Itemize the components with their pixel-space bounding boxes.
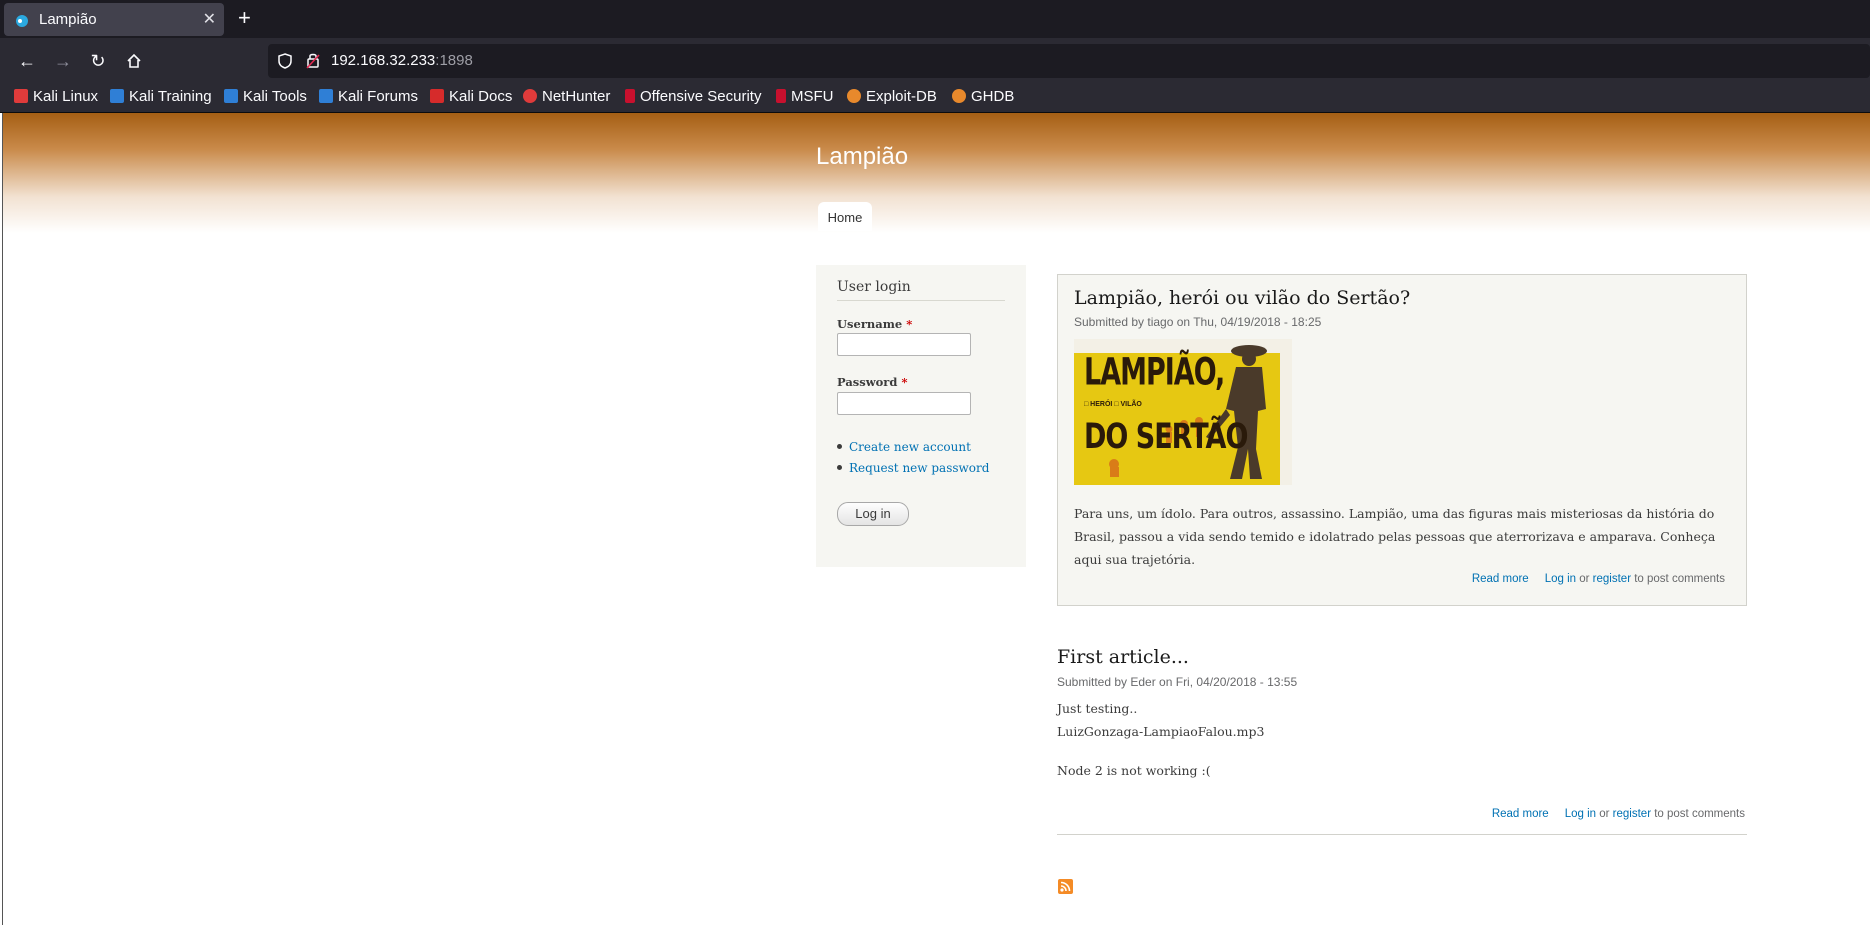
- bookmark-label: Kali Docs: [449, 88, 513, 105]
- url-bar[interactable]: 192.168.32.233:1898: [268, 44, 1870, 78]
- required-mark: *: [906, 317, 913, 331]
- exploit-db-icon: [847, 89, 861, 103]
- user-login-block: User login Username * Password * Create …: [816, 265, 1026, 567]
- bookmark-kali-docs[interactable]: Kali Docs: [430, 88, 512, 108]
- offensive-security-icon: [625, 89, 635, 103]
- create-account-link[interactable]: Create new account: [849, 440, 971, 454]
- post-comments-text: to post comments: [1654, 808, 1745, 820]
- required-mark: *: [901, 375, 908, 389]
- lock-icon[interactable]: [306, 52, 320, 69]
- bookmark-kali-tools[interactable]: Kali Tools: [224, 88, 307, 108]
- bookmark-kali-forums[interactable]: Kali Forums: [319, 88, 418, 108]
- kali-docs-icon: [430, 89, 444, 103]
- rss-feed-icon[interactable]: [1058, 879, 1073, 894]
- register-link[interactable]: register: [1593, 573, 1631, 585]
- article-body: Para uns, um ídolo. Para outros, assassi…: [1074, 506, 1716, 567]
- or-text: or: [1579, 573, 1590, 585]
- username-label: Username *: [837, 317, 912, 331]
- bookmark-offensive-security[interactable]: Offensive Security: [625, 88, 761, 108]
- log-in-link[interactable]: Log in: [1545, 573, 1576, 585]
- ghdb-icon: [952, 89, 966, 103]
- close-tab-icon[interactable]: ✕: [203, 9, 216, 29]
- url-text[interactable]: 192.168.32.233:1898: [331, 52, 473, 69]
- poster-text-2: DO SERTÃO: [1084, 417, 1248, 458]
- url-host: 192.168.32.233: [331, 52, 436, 69]
- read-more-link[interactable]: Read more: [1472, 573, 1529, 585]
- kali-training-icon: [110, 89, 124, 103]
- log-in-button[interactable]: Log in: [837, 502, 909, 526]
- article-body-line-3: Node 2 is not working :(: [1057, 763, 1211, 778]
- password-input[interactable]: [837, 392, 971, 415]
- article-image[interactable]: LAMPIÃO, □ HERÓI □ VILÃO DO SERTÃO: [1074, 339, 1292, 485]
- article-title[interactable]: Lampião, herói ou vilão do Sertão?: [1074, 287, 1410, 309]
- bookmark-label: Kali Training: [129, 88, 212, 105]
- tab-title: Lampião: [39, 11, 97, 28]
- article-divider: [1057, 834, 1747, 835]
- drupal-icon: [16, 15, 28, 27]
- reload-icon[interactable]: ↻: [85, 48, 111, 74]
- bookmark-label: NetHunter: [542, 88, 611, 105]
- bullet: [837, 444, 842, 449]
- password-label: Password *: [837, 375, 907, 389]
- log-in-link[interactable]: Log in: [1565, 808, 1596, 820]
- shield-icon[interactable]: [278, 53, 292, 69]
- post-comments-text: to post comments: [1634, 573, 1725, 585]
- create-account-item: Create new account: [837, 440, 971, 454]
- forward-icon[interactable]: →: [50, 48, 76, 74]
- bookmark-label: Kali Tools: [243, 88, 307, 105]
- bookmark-msfu[interactable]: MSFU: [776, 88, 834, 108]
- bookmark-kali-linux[interactable]: Kali Linux: [14, 88, 98, 108]
- article-body-line-2: LuizGonzaga-LampiaoFalou.mp3: [1057, 724, 1265, 739]
- read-more-link[interactable]: Read more: [1492, 808, 1549, 820]
- nav-home-tab[interactable]: Home: [818, 202, 872, 231]
- request-password-link[interactable]: Request new password: [849, 461, 989, 475]
- bookmark-ghdb[interactable]: GHDB: [952, 88, 1014, 108]
- username-label-text: Username: [837, 317, 903, 331]
- back-icon[interactable]: ←: [14, 48, 40, 74]
- or-text: or: [1599, 808, 1610, 820]
- bookmark-label: GHDB: [971, 88, 1015, 105]
- bookmark-label: Exploit-DB: [866, 88, 937, 105]
- home-icon[interactable]: [121, 48, 147, 74]
- bookmark-label: Kali Forums: [338, 88, 419, 105]
- bookmark-kali-training[interactable]: Kali Training: [110, 88, 212, 108]
- bookmark-label: Kali Linux: [33, 88, 99, 105]
- article-links: Read more Log in or register to post com…: [1472, 573, 1725, 585]
- bookmark-exploit-db[interactable]: Exploit-DB: [847, 88, 937, 108]
- kali-forums-icon: [319, 89, 333, 103]
- article-links: Read more Log in or register to post com…: [1492, 808, 1745, 820]
- username-input[interactable]: [837, 333, 971, 356]
- site-name[interactable]: Lampião: [816, 143, 908, 171]
- url-port: :1898: [435, 52, 473, 69]
- article-teaser: Lampião, herói ou vilão do Sertão? Submi…: [1057, 274, 1747, 606]
- article-meta: Submitted by Eder on Fri, 04/20/2018 - 1…: [1057, 675, 1298, 689]
- bookmarks-toolbar: Kali Linux Kali Training Kali Tools Kali…: [0, 84, 1870, 113]
- site-header: Lampião Home: [3, 113, 1870, 233]
- password-label-text: Password: [837, 375, 898, 389]
- article-meta: Submitted by tiago on Thu, 04/19/2018 - …: [1074, 315, 1322, 329]
- register-link[interactable]: register: [1613, 808, 1651, 820]
- article-body-line-1: Just testing..: [1057, 701, 1138, 716]
- bookmark-label: MSFU: [791, 88, 834, 105]
- tab-bar: Lampião ✕ +: [0, 0, 1870, 38]
- nethunter-icon: [523, 89, 537, 103]
- kali-tools-icon: [224, 89, 238, 103]
- navigation-toolbar: ← → ↻ 192.168.32.233:1898: [0, 38, 1870, 84]
- article-title[interactable]: First article...: [1057, 646, 1189, 668]
- poster-text-small: □ HERÓI □ VILÃO: [1084, 401, 1142, 408]
- kali-icon: [14, 89, 28, 103]
- page-viewport: Lampião Home User login Username * Passw…: [2, 113, 1870, 925]
- bookmark-nethunter[interactable]: NetHunter: [523, 88, 610, 108]
- user-login-title: User login: [837, 265, 1005, 301]
- new-tab-icon[interactable]: +: [238, 5, 251, 31]
- request-password-item: Request new password: [837, 461, 989, 475]
- poster-text-1: LAMPIÃO,: [1084, 351, 1225, 395]
- bookmark-label: Offensive Security: [640, 88, 762, 105]
- browser-tab[interactable]: Lampião ✕: [4, 3, 224, 36]
- bullet: [837, 465, 842, 470]
- msfu-icon: [776, 89, 786, 103]
